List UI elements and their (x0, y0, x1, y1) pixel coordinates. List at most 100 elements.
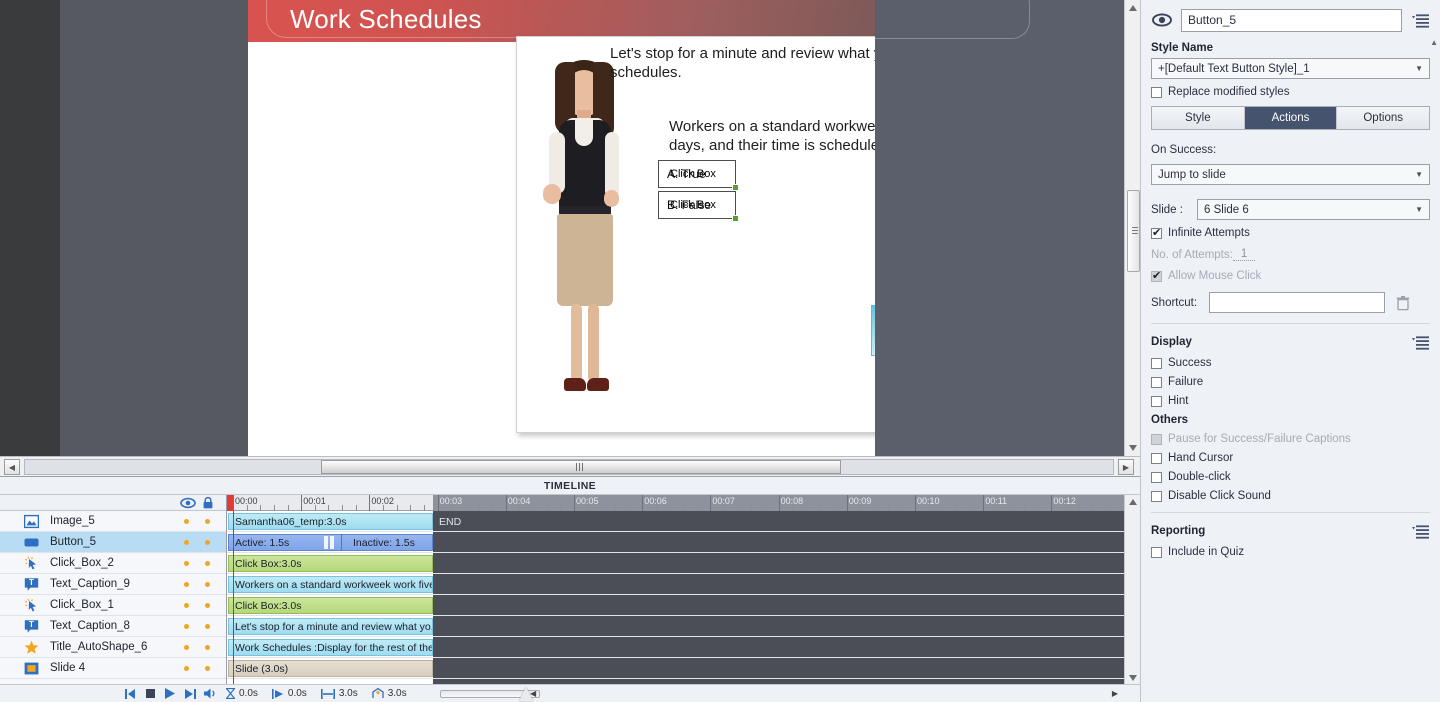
presenter-photo[interactable] (531, 58, 636, 408)
audio-icon[interactable] (200, 686, 220, 702)
timeline-row-image-5[interactable]: Image_5 (0, 511, 226, 532)
infinite-attempts-row[interactable]: Infinite Attempts (1151, 226, 1430, 239)
visibility-toggle[interactable] (184, 624, 189, 629)
properties-tabs[interactable]: Style Actions Options (1151, 106, 1430, 130)
visibility-toggle[interactable] (184, 582, 189, 587)
timeline-bar-secondary[interactable]: Inactive: 1.5s (347, 534, 433, 551)
timeline-track-text-caption-8[interactable]: Let's stop for a minute and review what … (227, 616, 1124, 637)
include-in-quiz-checkbox[interactable] (1151, 546, 1162, 558)
scroll-up-arrow-icon[interactable] (1125, 495, 1141, 509)
scroll-right-arrow-icon[interactable]: ▶ (1118, 459, 1134, 475)
timeline-track-click-box-1[interactable]: Click Box:3.0s (227, 595, 1124, 616)
canvas-vertical-scrollbar[interactable] (1124, 0, 1140, 456)
playhead-marker[interactable] (227, 495, 233, 511)
include-in-quiz-row[interactable]: Include in Quiz (1151, 546, 1430, 558)
timeline-track-slide-4[interactable]: Slide (3.0s) (227, 658, 1124, 679)
delete-shortcut-icon[interactable] (1395, 295, 1411, 311)
lock-toggle[interactable] (205, 540, 210, 545)
stop-icon[interactable] (140, 686, 160, 702)
visibility-toggle[interactable] (184, 666, 189, 671)
timeline-scroll-left-icon[interactable]: ◀ (530, 689, 536, 698)
display-hint-checkbox[interactable] (1151, 395, 1162, 407)
hand-cursor-row[interactable]: Hand Cursor (1151, 452, 1430, 464)
scroll-up-arrow-icon[interactable] (1125, 0, 1140, 16)
panel-scroll-up-icon[interactable]: ▲ (1430, 38, 1438, 47)
tab-style[interactable]: Style (1152, 107, 1245, 129)
timeline-vertical-scrollbar[interactable] (1124, 495, 1140, 685)
timeline-playback-bar[interactable]: 0.0s 0.0s 3.0s 3.0s ◀ ▶ (0, 684, 1140, 702)
timeline-bar[interactable]: Samantha06_temp:3.0s (228, 513, 433, 530)
slide-dropdown[interactable]: 6 Slide 6 ▼ (1197, 199, 1430, 220)
panel-menu-icon[interactable] (1410, 12, 1430, 28)
infinite-attempts-checkbox[interactable] (1151, 226, 1162, 239)
go-to-start-icon[interactable] (120, 686, 140, 702)
lock-toggle[interactable] (205, 666, 210, 671)
scroll-down-arrow-icon[interactable] (1125, 671, 1141, 685)
canvas-horizontal-scrollbar[interactable]: ◀ ▶ (0, 456, 1140, 476)
resize-handle[interactable] (732, 184, 739, 191)
lock-toggle[interactable] (205, 582, 210, 587)
timeline-track-text-caption-9[interactable]: Workers on a standard workweek work five… (227, 574, 1124, 595)
panel-menu-icon[interactable] (1410, 523, 1430, 539)
scroll-left-arrow-icon[interactable]: ◀ (4, 459, 20, 475)
timeline-track-click-box-2[interactable]: Click Box:3.0s (227, 553, 1124, 574)
timeline-bar[interactable]: Slide (3.0s) (228, 660, 433, 677)
resize-handle[interactable] (732, 215, 739, 222)
no-of-attempts-value[interactable]: 1 (1232, 248, 1256, 261)
timeline-row-title-autoshape-6[interactable]: Title_AutoShape_6 (0, 637, 226, 658)
timeline-tracks[interactable]: 00:00 00:01 00:02 00:03 00:04 00:05 00:06 00:07… (227, 495, 1124, 685)
tab-actions[interactable]: Actions (1244, 107, 1338, 129)
question-caption-text[interactable]: Workers on a standard workweek work five… (669, 117, 875, 155)
double-click-checkbox[interactable] (1151, 471, 1162, 483)
timeline-object-list[interactable]: Image_5 Button_5 Click_Box_2 T Text_Caption_… (0, 495, 227, 685)
success-caption[interactable]: Correct! Please move on to the next ques… (871, 305, 875, 356)
display-hint-row[interactable]: Hint (1151, 395, 1430, 407)
timeline-bar[interactable]: Click Box:3.0s (228, 555, 433, 572)
style-name-dropdown[interactable]: +[Default Text Button Style]_1 ▼ (1151, 58, 1430, 79)
pause-marker-icon[interactable] (324, 535, 338, 550)
visibility-toggle[interactable] (184, 519, 189, 524)
panel-menu-icon[interactable] (1410, 334, 1430, 350)
disable-click-sound-row[interactable]: Disable Click Sound (1151, 490, 1430, 502)
timeline-row-text-caption-8[interactable]: T Text_Caption_8 (0, 616, 226, 637)
eye-icon[interactable] (180, 496, 196, 510)
display-failure-checkbox[interactable] (1151, 376, 1162, 388)
timeline-row-text-caption-9[interactable]: T Text_Caption_9 (0, 574, 226, 595)
object-name-input[interactable] (1181, 8, 1402, 32)
lock-toggle[interactable] (205, 624, 210, 629)
timeline-track-image-5[interactable]: Samantha06_temp:3.0s (227, 511, 1124, 532)
scroll-down-arrow-icon[interactable] (1125, 440, 1140, 456)
lock-toggle[interactable] (205, 645, 210, 650)
visibility-toggle[interactable] (184, 603, 189, 608)
timeline-track-button-5[interactable]: Active: 1.5s Inactive: 1.5s (227, 532, 1124, 553)
display-failure-row[interactable]: Failure (1151, 376, 1430, 388)
lock-toggle[interactable] (205, 603, 210, 608)
display-success-checkbox[interactable] (1151, 357, 1162, 369)
timeline-row-click-box-1[interactable]: Click_Box_1 (0, 595, 226, 616)
scrollbar-thumb[interactable] (1127, 190, 1140, 272)
lock-icon[interactable] (201, 496, 215, 510)
timeline-bar[interactable]: Work Schedules :Display for the rest of … (228, 639, 433, 656)
replace-modified-styles-row[interactable]: Replace modified styles (1151, 86, 1430, 98)
replace-modified-styles-checkbox[interactable] (1151, 86, 1162, 98)
answer-click-box-false[interactable]: B. False Click Box (658, 191, 739, 222)
playback-controls[interactable] (120, 686, 220, 702)
timeline-row-slide-4[interactable]: Slide 4 (0, 658, 226, 679)
visibility-toggle[interactable] (184, 561, 189, 566)
scrollbar-thumb[interactable] (321, 460, 841, 474)
go-to-end-icon[interactable] (180, 686, 200, 702)
answer-click-box-true[interactable]: A. True Click Box (658, 160, 739, 191)
play-icon[interactable] (160, 686, 180, 702)
visibility-toggle[interactable] (184, 645, 189, 650)
slide-stage-area[interactable]: Work Schedules Let's stop for a minute a… (0, 0, 1140, 456)
timeline-ruler[interactable]: 00:00 00:01 00:02 00:03 00:04 00:05 00:06 00:07… (227, 495, 1124, 511)
scrollbar-track[interactable] (24, 459, 1114, 475)
timeline-scroll-right-icon[interactable]: ▶ (1112, 689, 1118, 698)
display-success-row[interactable]: Success (1151, 357, 1430, 369)
timeline-bar[interactable]: Let's stop for a minute and review what … (228, 618, 433, 635)
hand-cursor-checkbox[interactable] (1151, 452, 1162, 464)
disable-click-sound-checkbox[interactable] (1151, 490, 1162, 502)
on-success-dropdown[interactable]: Jump to slide ▼ (1151, 164, 1430, 185)
lock-toggle[interactable] (205, 561, 210, 566)
timeline-track-title-autoshape-6[interactable]: Work Schedules :Display for the rest of … (227, 637, 1124, 658)
